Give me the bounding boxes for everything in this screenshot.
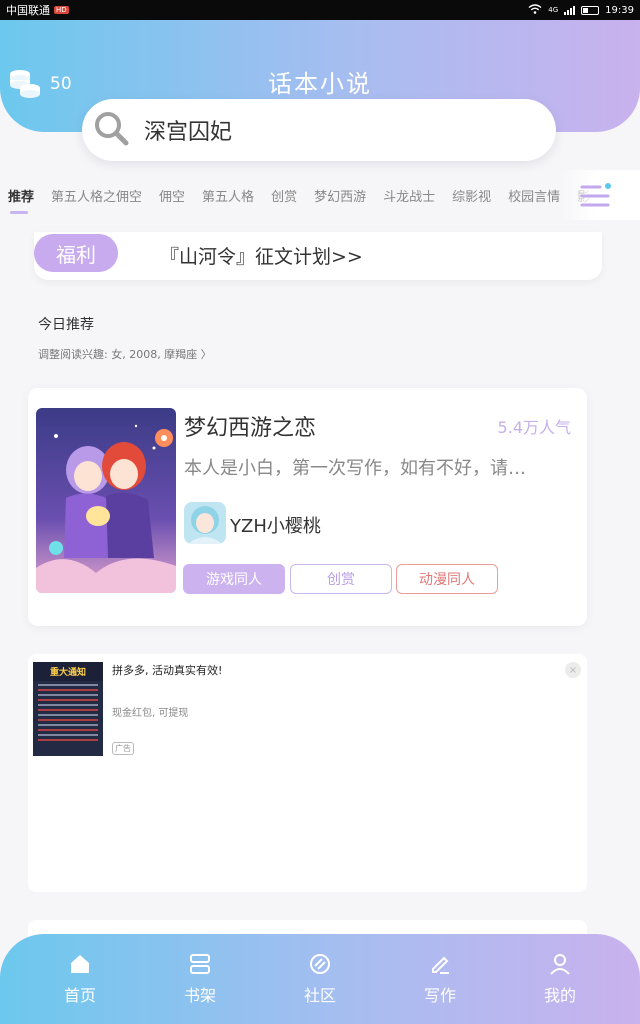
reading-interest-link[interactable]: 调整阅读兴趣: 女, 2008, 摩羯座 〉 [38,346,212,362]
menu-icon[interactable] [580,181,612,213]
ad-card[interactable]: 重大通知 拼多多, 活动真实有效! 现金红包, 可提现 广告 × [28,654,587,892]
nav-label: 首页 [63,986,96,1005]
tab-category[interactable]: 梦幻西游 [314,186,366,205]
tab-category[interactable]: 佣空 [159,186,185,205]
signal-icon [564,5,576,15]
search-input[interactable]: 深宫囚妃 [144,114,232,146]
nav-label: 社区 [303,986,336,1005]
network-type: 4G [548,6,559,14]
nav-label: 写作 [423,986,456,1005]
tag-original[interactable]: 创赏 [290,564,392,594]
clock: 19:39 [605,4,634,16]
ad-title[interactable]: 拼多多, 活动真实有效! [112,662,222,678]
app-title: 话本小说 [268,70,372,98]
pencil-icon [428,952,452,976]
book-title[interactable]: 梦幻西游之恋 [184,410,316,442]
status-right: 4G 19:39 [528,3,634,17]
hd-badge: HD [54,6,69,14]
welfare-banner[interactable]: 福利 『山河令』征文计划>> [34,232,602,280]
welfare-badge: 福利 [34,234,118,272]
nav-community[interactable]: 社区 [285,952,355,1006]
book-card[interactable]: 梦幻西游之恋 5.4万人气 本人是小白，第一次写作，如有不好，请… YZH小樱桃… [28,388,587,626]
nav-home[interactable]: 首页 [45,952,115,1006]
user-icon [548,952,572,976]
tab-category[interactable]: 创赏 [271,186,297,205]
tab-recommend[interactable]: 推荐 [8,186,34,214]
search-bar[interactable]: 深宫囚妃 [82,99,556,161]
book-description: 本人是小白，第一次写作，如有不好，请… [184,458,526,479]
author-avatar[interactable] [184,502,226,544]
ad-label: 广告 [112,742,134,755]
nav-label: 书架 [183,986,216,1005]
ad-image-heading: 重大通知 [33,662,103,681]
tab-category[interactable]: 斗龙战士 [383,186,435,205]
search-icon [92,109,144,151]
nav-label: 我的 [543,986,576,1005]
status-left: 中国联通 HD [6,2,69,18]
today-recommend-title: 今日推荐 [38,317,94,333]
nav-profile[interactable]: 我的 [525,952,595,1006]
ad-image[interactable]: 重大通知 [33,662,103,756]
tab-category[interactable]: 校园言情 [508,186,560,205]
wifi-icon [528,3,542,17]
tab-category[interactable]: 综影视 [452,186,491,205]
tab-category[interactable]: 第五人格之佣空 [51,186,142,205]
carrier-label: 中国联通 [6,4,50,17]
status-bar: 中国联通 HD 4G 19:39 [0,0,640,20]
nav-bookshelf[interactable]: 书架 [165,952,235,1006]
book-cover-image[interactable] [36,408,176,593]
tab-category[interactable]: 第五人格 [202,186,254,205]
community-icon [308,952,332,976]
nav-write[interactable]: 写作 [405,952,475,1006]
popularity-count: 5.4万人气 [497,418,571,437]
home-icon [68,952,92,976]
tag-anime-fanfic[interactable]: 动漫同人 [396,564,498,594]
bookshelf-icon [188,952,212,976]
ad-subtitle: 现金红包, 可提现 [112,708,189,719]
banner-text[interactable]: 『山河令』征文计划>> [160,242,363,269]
bottom-nav: 首页 书架 社区 写作 我的 [0,934,640,1024]
author-name[interactable]: YZH小樱桃 [230,512,321,538]
battery-icon [581,5,600,15]
close-icon[interactable]: × [565,662,581,678]
category-tabs: 推荐 第五人格之佣空 佣空 第五人格 创赏 梦幻西游 斗龙战士 综影视 校园言情… [0,170,640,220]
tag-game-fanfic[interactable]: 游戏同人 [183,564,285,594]
